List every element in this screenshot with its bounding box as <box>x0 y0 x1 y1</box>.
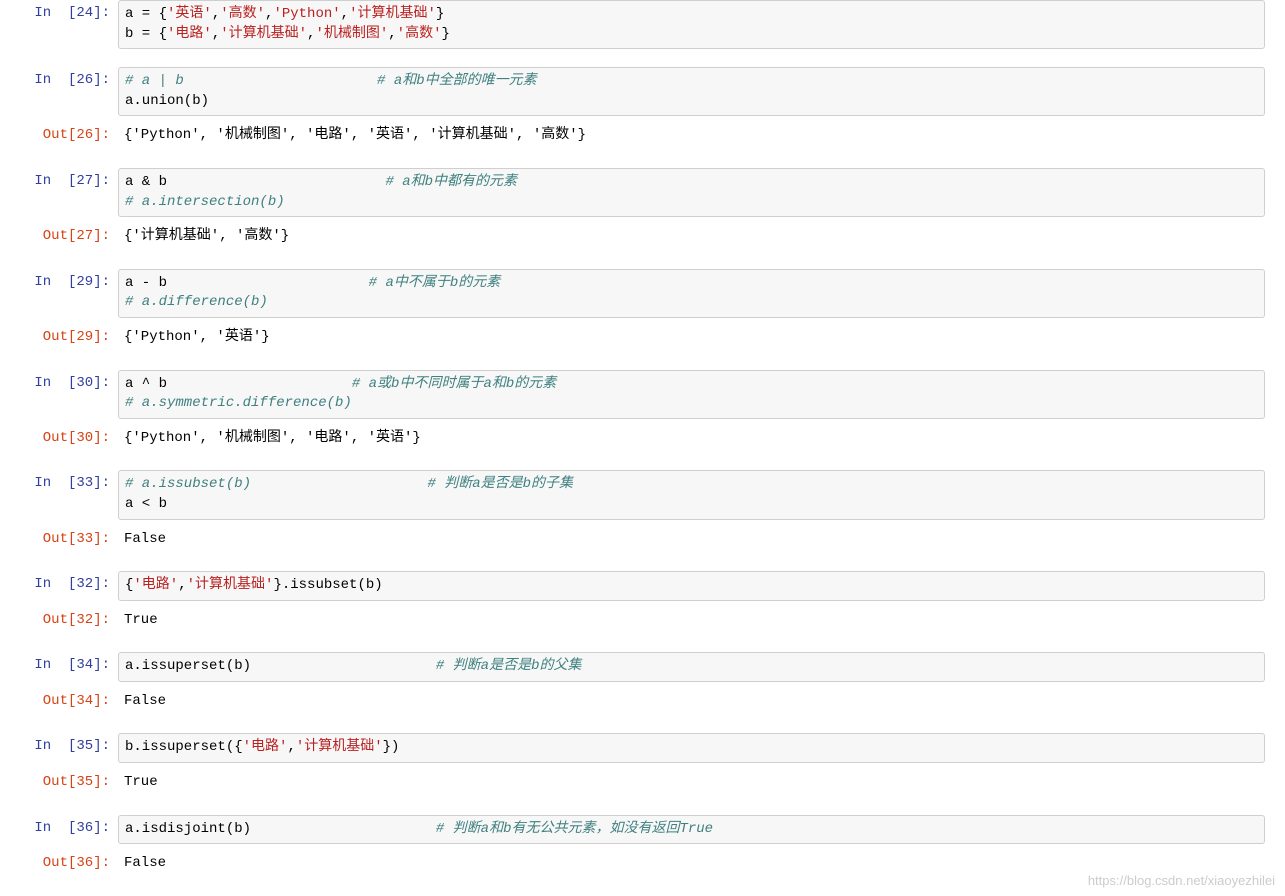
watermark-text: https://blog.csdn.net/xiaoyezhilei <box>1088 873 1275 888</box>
input-prompt: In [33]: <box>20 470 118 519</box>
output-row: Out[30]:{'Python', '机械制图', '电路', '英语'} <box>20 425 1265 453</box>
output-prompt: Out[32]: <box>20 607 118 635</box>
output-row: Out[26]:{'Python', '机械制图', '电路', '英语', '… <box>20 122 1265 150</box>
code-cell[interactable]: In [29]:a - b # a中不属于b的元素 # a.difference… <box>20 269 1265 318</box>
input-prompt: In [35]: <box>20 733 118 763</box>
output-prompt: Out[27]: <box>20 223 118 251</box>
input-prompt: In [24]: <box>20 0 118 49</box>
input-prompt-number: 33 <box>76 475 93 491</box>
code-input[interactable]: a.isdisjoint(b) # 判断a和b有无公共元素，如没有返回True <box>118 815 1265 845</box>
output-row: Out[35]:True <box>20 769 1265 797</box>
output-text: True <box>118 607 1265 635</box>
input-prompt-number: 27 <box>76 173 93 189</box>
output-text: False <box>118 688 1265 716</box>
code-input[interactable]: b.issuperset({'电路','计算机基础'}) <box>118 733 1265 763</box>
cell: In [29]:a - b # a中不属于b的元素 # a.difference… <box>20 269 1265 352</box>
output-prompt-number: 30 <box>76 430 93 446</box>
code-cell[interactable]: In [30]:a ^ b # a或b中不同时属于a和b的元素 # a.symm… <box>20 370 1265 419</box>
output-prompt: Out[30]: <box>20 425 118 453</box>
output-prompt: Out[34]: <box>20 688 118 716</box>
code-input[interactable]: {'电路','计算机基础'}.issubset(b) <box>118 571 1265 601</box>
output-prompt: Out[29]: <box>20 324 118 352</box>
cell: In [24]:a = {'英语','高数','Python','计算机基础'}… <box>20 0 1265 49</box>
output-prompt: Out[26]: <box>20 122 118 150</box>
input-prompt: In [29]: <box>20 269 118 318</box>
output-prompt-number: 27 <box>76 228 93 244</box>
input-prompt: In [32]: <box>20 571 118 601</box>
output-row: Out[32]:True <box>20 607 1265 635</box>
code-cell[interactable]: In [36]:a.isdisjoint(b) # 判断a和b有无公共元素，如没… <box>20 815 1265 845</box>
output-prompt-number: 29 <box>76 329 93 345</box>
input-prompt: In [34]: <box>20 652 118 682</box>
code-cell[interactable]: In [24]:a = {'英语','高数','Python','计算机基础'}… <box>20 0 1265 49</box>
output-prompt-number: 34 <box>76 693 93 709</box>
code-cell[interactable]: In [35]:b.issuperset({'电路','计算机基础'}) <box>20 733 1265 763</box>
code-cell[interactable]: In [32]:{'电路','计算机基础'}.issubset(b) <box>20 571 1265 601</box>
cell: In [30]:a ^ b # a或b中不同时属于a和b的元素 # a.symm… <box>20 370 1265 453</box>
cell: In [36]:a.isdisjoint(b) # 判断a和b有无公共元素，如没… <box>20 815 1265 878</box>
input-prompt: In [36]: <box>20 815 118 845</box>
output-row: Out[29]:{'Python', '英语'} <box>20 324 1265 352</box>
output-prompt-number: 26 <box>76 127 93 143</box>
notebook-body: In [24]:a = {'英语','高数','Python','计算机基础'}… <box>0 0 1285 878</box>
input-prompt-number: 29 <box>76 274 93 290</box>
code-input[interactable]: a - b # a中不属于b的元素 # a.difference(b) <box>118 269 1265 318</box>
input-prompt-number: 34 <box>76 657 93 673</box>
code-cell[interactable]: In [33]:# a.issubset(b) # 判断a是否是b的子集 a <… <box>20 470 1265 519</box>
cell: In [35]:b.issuperset({'电路','计算机基础'})Out[… <box>20 733 1265 796</box>
input-prompt: In [30]: <box>20 370 118 419</box>
input-prompt-number: 26 <box>76 72 93 88</box>
code-input[interactable]: a & b # a和b中都有的元素 # a.intersection(b) <box>118 168 1265 217</box>
output-row: Out[34]:False <box>20 688 1265 716</box>
code-input[interactable]: a ^ b # a或b中不同时属于a和b的元素 # a.symmetric.di… <box>118 370 1265 419</box>
input-prompt: In [27]: <box>20 168 118 217</box>
code-input[interactable]: # a | b # a和b中全部的唯一元素 a.union(b) <box>118 67 1265 116</box>
output-text: {'Python', '机械制图', '电路', '英语'} <box>118 425 1265 453</box>
output-prompt: Out[35]: <box>20 769 118 797</box>
code-input[interactable]: # a.issubset(b) # 判断a是否是b的子集 a < b <box>118 470 1265 519</box>
input-prompt-number: 24 <box>76 5 93 21</box>
output-text: False <box>118 526 1265 554</box>
cell: In [27]:a & b # a和b中都有的元素 # a.intersecti… <box>20 168 1265 251</box>
output-prompt-number: 36 <box>76 855 93 871</box>
output-text: {'Python', '英语'} <box>118 324 1265 352</box>
output-text: {'计算机基础', '高数'} <box>118 223 1265 251</box>
code-input[interactable]: a = {'英语','高数','Python','计算机基础'} b = {'电… <box>118 0 1265 49</box>
output-row: Out[36]:False <box>20 850 1265 878</box>
output-prompt-number: 35 <box>76 774 93 790</box>
output-prompt-number: 33 <box>76 531 93 547</box>
code-cell[interactable]: In [27]:a & b # a和b中都有的元素 # a.intersecti… <box>20 168 1265 217</box>
cell: In [33]:# a.issubset(b) # 判断a是否是b的子集 a <… <box>20 470 1265 553</box>
code-input[interactable]: a.issuperset(b) # 判断a是否是b的父集 <box>118 652 1265 682</box>
output-text: {'Python', '机械制图', '电路', '英语', '计算机基础', … <box>118 122 1265 150</box>
cell: In [34]:a.issuperset(b) # 判断a是否是b的父集Out[… <box>20 652 1265 715</box>
input-prompt-number: 35 <box>76 738 93 754</box>
cell: In [26]:# a | b # a和b中全部的唯一元素 a.union(b)… <box>20 67 1265 150</box>
input-prompt-number: 32 <box>76 576 93 592</box>
output-prompt: Out[33]: <box>20 526 118 554</box>
output-prompt-number: 32 <box>76 612 93 628</box>
cell: In [32]:{'电路','计算机基础'}.issubset(b)Out[32… <box>20 571 1265 634</box>
input-prompt: In [26]: <box>20 67 118 116</box>
output-row: Out[33]:False <box>20 526 1265 554</box>
output-text: True <box>118 769 1265 797</box>
output-prompt: Out[36]: <box>20 850 118 878</box>
code-cell[interactable]: In [26]:# a | b # a和b中全部的唯一元素 a.union(b) <box>20 67 1265 116</box>
code-cell[interactable]: In [34]:a.issuperset(b) # 判断a是否是b的父集 <box>20 652 1265 682</box>
output-row: Out[27]:{'计算机基础', '高数'} <box>20 223 1265 251</box>
input-prompt-number: 30 <box>76 375 93 391</box>
input-prompt-number: 36 <box>76 820 93 836</box>
